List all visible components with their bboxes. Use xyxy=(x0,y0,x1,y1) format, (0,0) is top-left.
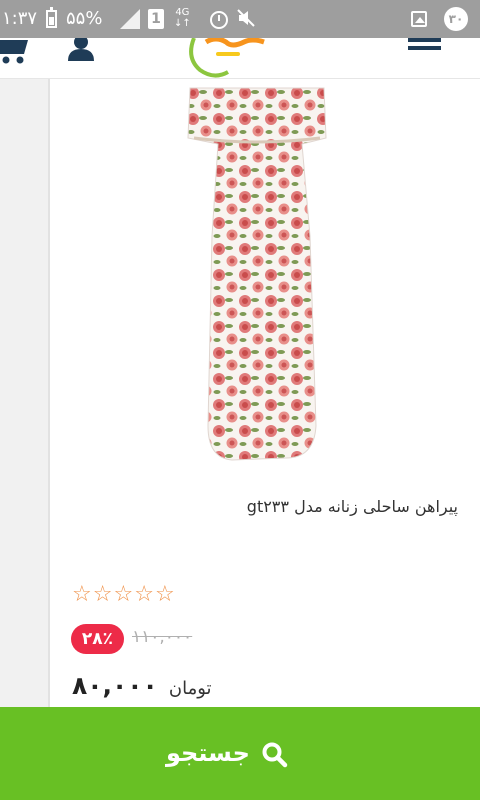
network-label: 4G xyxy=(175,7,190,18)
product-title[interactable]: پیراهن ساحلی زنانه مدل gt۲۳۳ xyxy=(247,497,458,516)
product-image[interactable] xyxy=(186,86,328,462)
star-icon: ☆ xyxy=(154,582,175,607)
currency-label: تومان xyxy=(168,678,212,699)
side-strip xyxy=(0,79,50,707)
logo[interactable] xyxy=(186,38,270,78)
alarm-icon xyxy=(210,11,228,29)
sim-icon: 1 xyxy=(148,9,164,29)
search-button[interactable]: جستجو xyxy=(166,737,316,771)
star-icon: ☆ xyxy=(134,582,154,607)
search-icon xyxy=(262,742,288,768)
search-label: جستجو xyxy=(166,739,250,767)
old-price: ۱۱۰,۰۰۰ xyxy=(132,627,193,647)
rating-stars: ☆☆☆☆☆ xyxy=(72,582,176,607)
mute-icon xyxy=(237,9,255,27)
search-bar[interactable]: جستجو xyxy=(0,707,480,800)
status-bar: ۱:۳۷ ۵۵% 1 4G ↓↑ ۳۰ xyxy=(0,0,480,38)
cart-icon[interactable] xyxy=(0,38,34,64)
discount-badge: ۲۸٪ xyxy=(71,624,124,654)
gallery-icon xyxy=(411,11,427,27)
header xyxy=(0,38,480,79)
status-time: ۱:۳۷ xyxy=(2,8,38,29)
signal-icon xyxy=(120,9,140,29)
menu-icon[interactable] xyxy=(408,38,442,56)
user-icon[interactable] xyxy=(64,38,98,62)
star-icon: ☆ xyxy=(72,582,92,607)
network-icon: 4G ↓↑ xyxy=(174,7,191,29)
notification-badge: ۳۰ xyxy=(444,7,468,31)
price-amount: ۸۰,۰۰۰ xyxy=(72,671,158,700)
price: تومان ۸۰,۰۰۰ xyxy=(72,671,212,700)
star-icon: ☆ xyxy=(92,582,113,607)
battery-icon xyxy=(46,7,57,28)
star-icon: ☆ xyxy=(113,582,134,607)
network-arrows: ↓↑ xyxy=(174,18,191,29)
battery-percent: ۵۵% xyxy=(66,8,103,29)
